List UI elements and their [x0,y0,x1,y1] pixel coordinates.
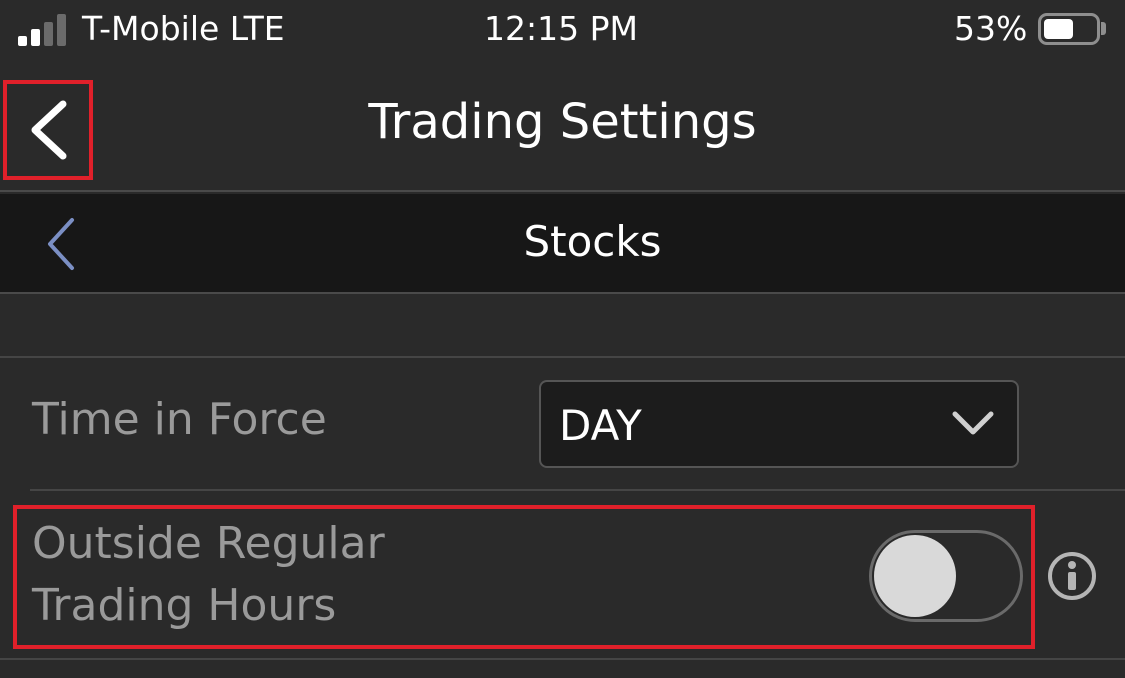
time-in-force-dropdown[interactable]: DAY [539,380,1019,468]
section-spacer [0,296,1125,358]
navigation-bar: Trading Settings [0,60,1125,192]
time-in-force-value: DAY [559,401,642,450]
outside-rth-toggle[interactable] [869,530,1023,622]
battery-tip [1101,22,1106,35]
battery-percentage: 53% [954,9,1028,48]
page-title: Trading Settings [368,94,757,150]
toggle-knob [874,535,956,617]
battery-icon [1038,13,1100,45]
time-in-force-row: Time in Force DAY [0,360,1125,490]
outside-rth-row: Outside Regular Trading Hours [13,505,1035,649]
section-header: Stocks [0,194,1125,294]
row-divider [0,658,1125,660]
status-time: 12:15 PM [484,9,638,48]
info-button[interactable] [1046,550,1098,602]
time-in-force-label: Time in Force [32,394,327,445]
carrier-label: T-Mobile LTE [82,9,285,48]
row-divider [30,489,1125,491]
chevron-down-icon [952,411,994,435]
info-icon [1048,552,1096,600]
section-title: Stocks [523,217,662,266]
outside-rth-label: Outside Regular Trading Hours [32,518,385,631]
trading-settings-screen: T-Mobile LTE 12:15 PM 53% Trading Settin… [0,0,1125,678]
status-bar: T-Mobile LTE 12:15 PM 53% [0,0,1125,60]
signal-strength-icon [18,12,74,46]
